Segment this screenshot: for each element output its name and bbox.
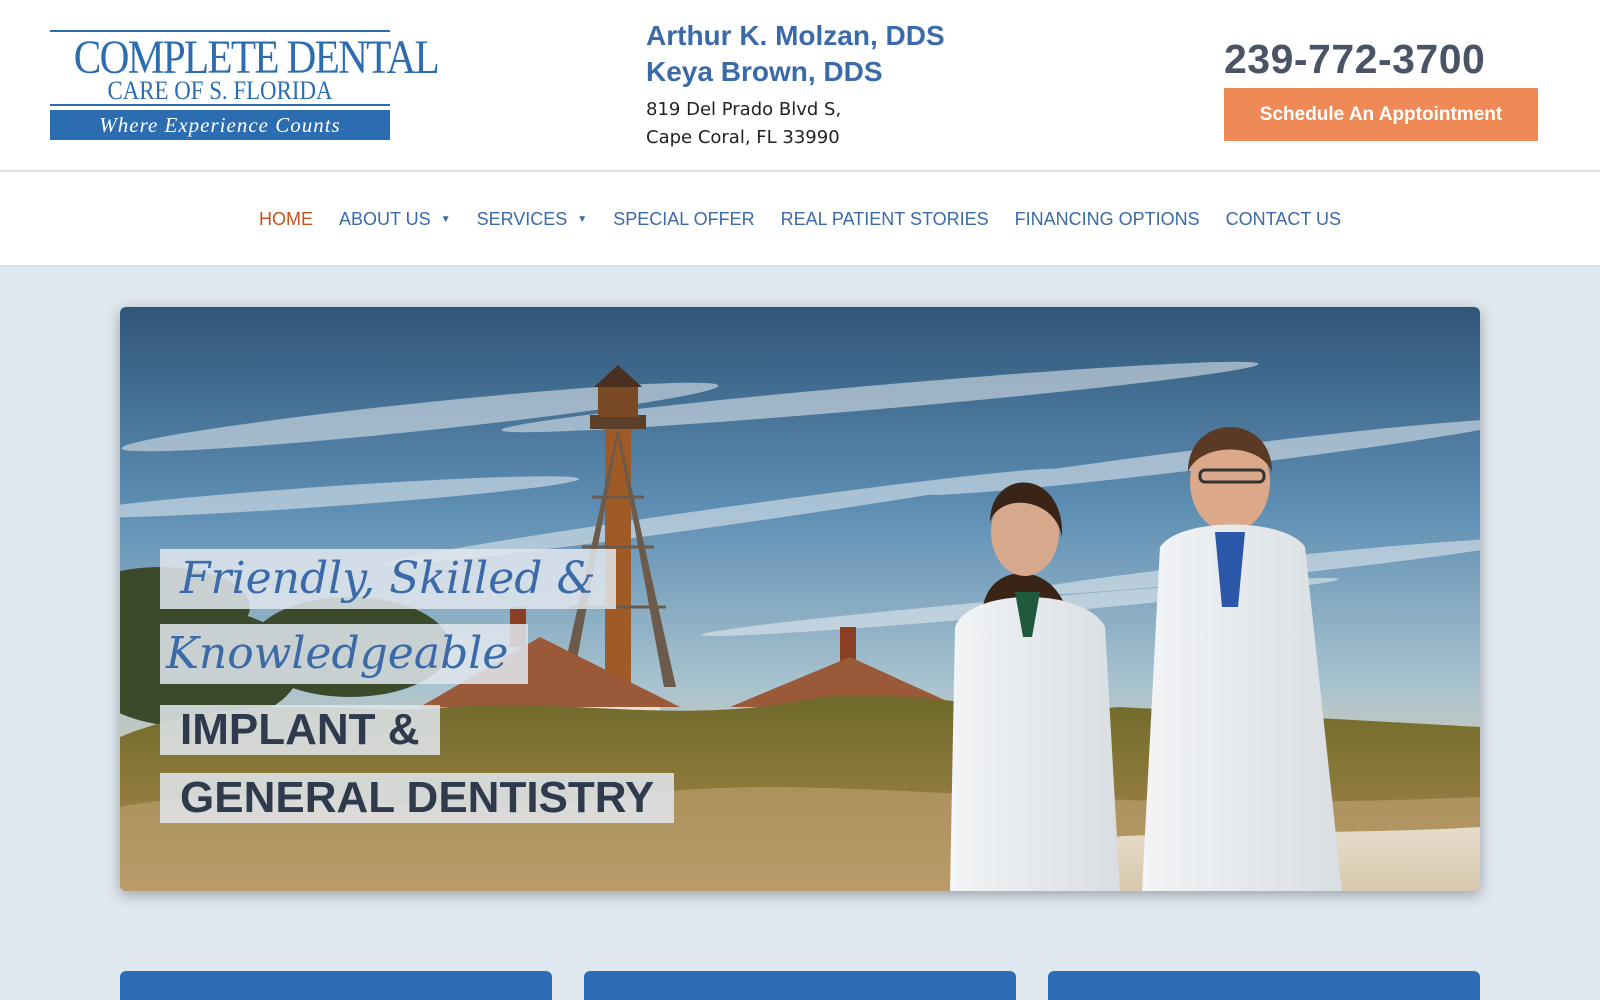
nav-label: HOME bbox=[259, 208, 313, 229]
feature-card-3[interactable] bbox=[1048, 971, 1480, 1000]
contact-block: 239-772-3700 Schedule An Apptointment bbox=[1224, 34, 1538, 141]
logo-frame: COMPLETE DENTAL CARE OF S. FLORIDA bbox=[50, 30, 440, 106]
practice-address: 819 Del Prado Blvd S, Cape Coral, FL 339… bbox=[646, 96, 945, 152]
nav-label: SERVICES bbox=[476, 208, 568, 229]
feature-card-2[interactable] bbox=[584, 971, 1016, 1000]
nav-item-financing-options[interactable]: FINANCING OPTIONS bbox=[1002, 209, 1213, 230]
logo-subtitle: CARE OF S. FLORIDA bbox=[107, 76, 333, 105]
nav-item-services[interactable]: SERVICES ▼ bbox=[464, 209, 601, 230]
hero-banner: Friendly, Skilled & Knowledgeable IMPLAN… bbox=[120, 307, 1480, 891]
nav-label: FINANCING OPTIONS bbox=[1014, 208, 1200, 229]
nav-item-real-patient-stories[interactable]: REAL PATIENT STORIES bbox=[768, 209, 1002, 230]
hero-script-line-2: Knowledgeable bbox=[160, 624, 529, 684]
doctor-name-2: Keya Brown, DDS bbox=[646, 56, 883, 87]
hero-headline-line-1: IMPLANT & bbox=[160, 705, 440, 755]
nav-item-home[interactable]: HOME bbox=[246, 209, 326, 230]
doctor-name-1: Arthur K. Molzan, DDS bbox=[646, 20, 945, 51]
schedule-appointment-button[interactable]: Schedule An Apptointment bbox=[1224, 88, 1538, 141]
nav-label: SPECIAL OFFER bbox=[613, 208, 755, 229]
feature-card-1[interactable] bbox=[120, 971, 552, 1000]
nav-list: HOME ABOUT US ▼ SERVICES ▼ SPECIAL OFFER R… bbox=[0, 172, 1600, 266]
caret-down-icon: ▼ bbox=[440, 213, 451, 225]
nav-label: ABOUT US bbox=[339, 208, 431, 229]
nav-label: CONTACT US bbox=[1225, 208, 1341, 229]
address-line-1: 819 Del Prado Blvd S, bbox=[646, 99, 842, 120]
hero-headline-text-1: IMPLANT & bbox=[180, 705, 420, 754]
nav-label: REAL PATIENT STORIES bbox=[780, 208, 989, 229]
nav-item-about-us[interactable]: ABOUT US ▼ bbox=[326, 209, 464, 230]
address-line-2: Cape Coral, FL 33990 bbox=[646, 127, 840, 148]
hero-script-line-1: Friendly, Skilled & bbox=[160, 549, 616, 609]
hero-script-text-1: Friendly, Skilled & bbox=[180, 553, 596, 604]
nav-item-special-offer[interactable]: SPECIAL OFFER bbox=[600, 209, 767, 230]
practice-info: Arthur K. Molzan, DDS Keya Brown, DDS 81… bbox=[646, 18, 945, 152]
hero-headline-line-2: GENERAL DENTISTRY bbox=[160, 773, 675, 823]
hero-script-text-2: Knowledgeable bbox=[166, 628, 509, 679]
nav-item-contact-us[interactable]: CONTACT US bbox=[1213, 209, 1354, 230]
site-header: COMPLETE DENTAL CARE OF S. FLORIDA Where… bbox=[0, 0, 1600, 171]
site-logo[interactable]: COMPLETE DENTAL CARE OF S. FLORIDA Where… bbox=[50, 30, 440, 141]
main-nav: HOME ABOUT US ▼ SERVICES ▼ SPECIAL OFFER R… bbox=[0, 172, 1600, 266]
logo-tagline: Where Experience Counts bbox=[50, 110, 390, 140]
hero-headline-text-2: GENERAL DENTISTRY bbox=[180, 773, 655, 822]
caret-down-icon: ▼ bbox=[577, 213, 588, 225]
phone-link[interactable]: 239-772-3700 bbox=[1224, 36, 1485, 82]
